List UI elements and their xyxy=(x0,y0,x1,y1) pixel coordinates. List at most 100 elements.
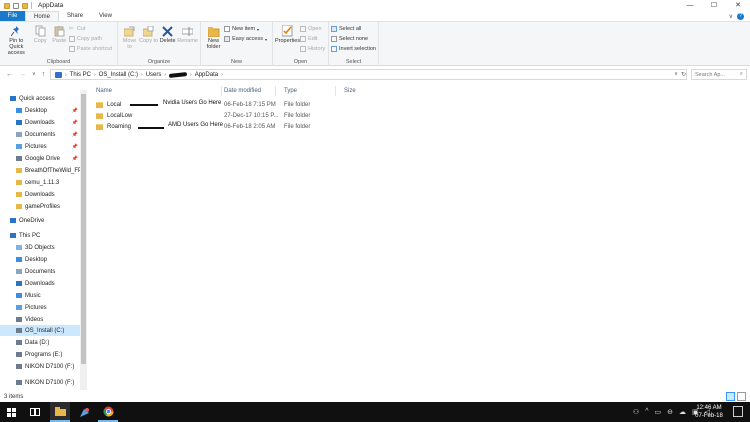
nav-item-label: Downloads xyxy=(25,119,55,126)
copy-path-button[interactable]: Copy path xyxy=(68,35,112,43)
expand-ribbon-icon[interactable]: ∨ xyxy=(729,13,733,20)
navigation-scrollbar[interactable] xyxy=(80,90,87,390)
close-button[interactable]: ✕ xyxy=(726,0,750,11)
start-button[interactable] xyxy=(4,402,18,422)
history-button[interactable]: History xyxy=(300,45,325,53)
nav-item[interactable]: Downloads 📌 xyxy=(0,117,80,128)
minimize-button[interactable]: — xyxy=(678,0,702,11)
nav-item[interactable]: Desktop 📌 xyxy=(0,105,80,116)
show-hidden-icons-icon[interactable]: ^ xyxy=(645,408,648,416)
organize-group: Move to Copy to Delete Rename Organize xyxy=(118,22,201,66)
file-explorer-taskbar-button[interactable] xyxy=(50,402,70,422)
breadcrumb-os-install[interactable]: OS_Install (C:) xyxy=(99,72,138,78)
maximize-button[interactable]: ☐ xyxy=(702,0,726,11)
select-all-label: Select all xyxy=(339,26,362,32)
column-header-size[interactable]: Size xyxy=(336,86,386,96)
app-icon xyxy=(79,407,89,417)
address-box[interactable]: › This PC › OS_Install (C:) › Users › › … xyxy=(50,69,687,80)
new-item-button[interactable]: New item ▾ xyxy=(224,25,267,33)
file-name: Roaming xyxy=(107,124,132,130)
task-view-button[interactable] xyxy=(28,402,42,422)
breadcrumb-users[interactable]: Users xyxy=(146,72,162,78)
videos-icon xyxy=(16,317,22,322)
nav-item[interactable]: NIKON D7100 (F:) xyxy=(0,361,80,372)
select-all-button[interactable]: Select all xyxy=(331,25,376,33)
breadcrumb-appdata[interactable]: AppData xyxy=(195,72,218,78)
refresh-button[interactable]: ↻ xyxy=(681,71,686,78)
tab-share[interactable]: Share xyxy=(59,11,91,21)
nav-item[interactable]: Programs (E:) xyxy=(0,349,80,360)
properties-icon[interactable] xyxy=(13,2,19,9)
large-icons-view-button[interactable] xyxy=(737,392,746,401)
annotation-line xyxy=(130,104,158,106)
new-folder-icon[interactable] xyxy=(22,2,28,9)
chrome-taskbar-button[interactable] xyxy=(98,402,118,422)
nav-item[interactable]: ModWorkers xyxy=(0,387,80,391)
nav-item[interactable]: cemu_1.11.3 xyxy=(0,177,80,188)
document-icon xyxy=(16,269,22,274)
nav-item[interactable]: Quick access xyxy=(0,93,80,104)
nav-item[interactable]: OneDrive xyxy=(0,215,80,226)
invert-selection-button[interactable]: Invert selection xyxy=(331,45,376,53)
edit-button[interactable]: Edit xyxy=(300,35,325,43)
nav-item[interactable]: This PC xyxy=(0,230,80,241)
app-taskbar-button[interactable] xyxy=(75,402,93,422)
properties-label: Properties xyxy=(275,38,301,44)
drive-icon xyxy=(16,340,22,345)
action-icon[interactable]: ⊖ xyxy=(667,408,673,416)
tab-file[interactable]: File xyxy=(0,11,25,21)
desktop-icon xyxy=(16,257,22,262)
open-button[interactable]: Open xyxy=(300,25,325,33)
breadcrumb-this-pc[interactable]: This PC xyxy=(70,72,91,78)
chevron-right-icon: › xyxy=(65,71,67,78)
copy-path-label: Copy path xyxy=(76,36,102,42)
nav-item-label: Quick access xyxy=(19,95,55,102)
nav-item[interactable]: 3D Objects xyxy=(0,242,80,253)
easy-access-button[interactable]: Easy access ▾ xyxy=(224,35,267,43)
pictures-icon xyxy=(16,144,22,149)
tab-view[interactable]: View xyxy=(91,11,120,21)
nav-item[interactable]: OS_Install (C:) xyxy=(0,325,80,336)
nav-item[interactable]: Google Drive 📌 xyxy=(0,153,80,164)
help-icon[interactable]: ? xyxy=(737,12,744,20)
tab-home[interactable]: Home xyxy=(25,11,60,21)
back-button[interactable]: ← xyxy=(6,71,13,78)
action-center-icon[interactable] xyxy=(733,406,743,417)
details-view-button[interactable] xyxy=(726,392,735,401)
cloud-icon[interactable]: ☁ xyxy=(679,408,686,416)
nav-item[interactable]: Pictures xyxy=(0,302,80,313)
people-icon[interactable]: ⚇ xyxy=(633,408,639,416)
up-button[interactable]: ↑ xyxy=(42,71,46,78)
search-input[interactable]: Search Ap... ⌕ xyxy=(691,69,747,80)
address-dropdown-button[interactable]: ∨ xyxy=(674,71,678,78)
nav-item-label: Documents xyxy=(25,268,56,275)
taskbar-clock[interactable]: 12:46 AM 07-Feb-18 xyxy=(692,404,726,420)
select-none-button[interactable]: Select none xyxy=(331,35,376,43)
nav-item-label: ModWorkers xyxy=(33,390,67,391)
select-all-icon xyxy=(331,26,337,32)
nav-item[interactable]: Music xyxy=(0,290,80,301)
column-header-type[interactable]: Type xyxy=(276,86,336,96)
nav-item[interactable]: Data (D:) xyxy=(0,337,80,348)
nav-item[interactable]: Pictures 📌 xyxy=(0,141,80,152)
nav-item[interactable]: Downloads xyxy=(0,189,80,200)
network-icon[interactable]: ▭ xyxy=(654,408,661,416)
clipboard-group-label: Clipboard xyxy=(46,59,71,65)
nav-item[interactable]: Downloads xyxy=(0,278,80,289)
nav-item[interactable]: Videos xyxy=(0,314,80,325)
scrollbar-thumb[interactable] xyxy=(81,94,86,364)
column-header-date[interactable]: Date modified xyxy=(216,86,276,96)
column-header-name[interactable]: Name xyxy=(88,86,222,96)
file-row[interactable]: LocalLow 27-Dec-17 10:15 P... File folde… xyxy=(96,111,350,121)
nav-item[interactable]: Documents xyxy=(0,266,80,277)
nav-item[interactable]: BreathOfTheWild_FP xyxy=(0,165,82,176)
paste-shortcut-button[interactable]: Paste shortcut xyxy=(68,45,112,53)
forward-button[interactable]: → xyxy=(19,71,26,78)
nav-item[interactable]: Documents 📌 xyxy=(0,129,80,140)
cut-button[interactable]: ✂ Cut xyxy=(69,25,112,33)
nav-item[interactable]: Desktop xyxy=(0,254,80,265)
clipboard-group: Pin to Quick access Copy Paste ✂ Cut Copy… xyxy=(0,22,118,66)
recent-locations-button[interactable]: ∨ xyxy=(32,71,36,78)
nav-item[interactable]: gameProfiles xyxy=(0,201,80,212)
search-icon: ⌕ xyxy=(739,71,743,77)
